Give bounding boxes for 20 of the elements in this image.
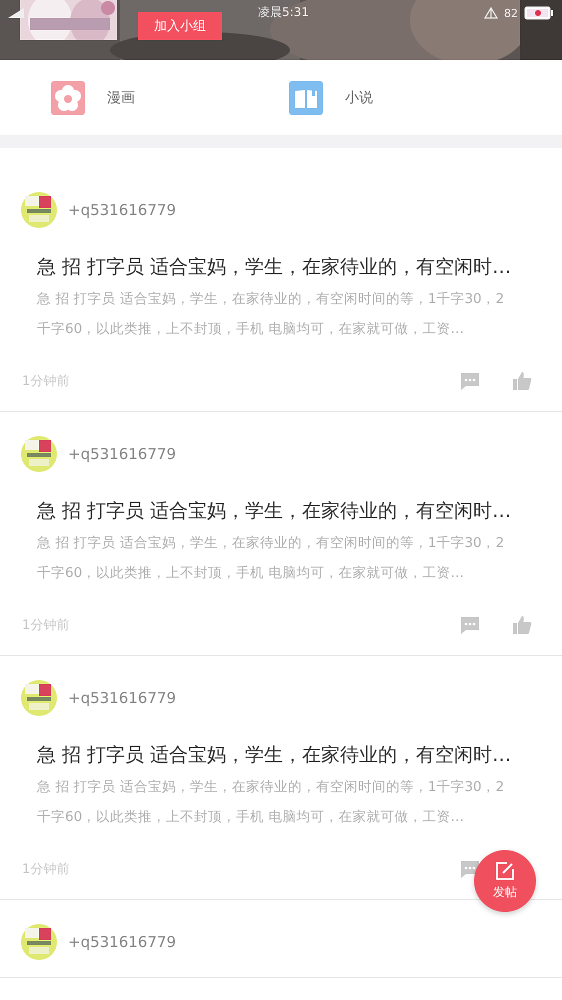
post-title[interactable]: 急 招 打字员 适合宝妈，学生，在家待业的，有空闲时…: [37, 740, 562, 770]
username[interactable]: +q531616779: [68, 933, 176, 951]
new-post-button[interactable]: 发帖: [474, 850, 536, 912]
post-excerpt: 急 招 打字员 适合宝妈，学生，在家待业的，有空闲时间的等，1千字30，2千字60，以此类推，上不封顶，手机 电脑均可，在家就可做，工资…: [37, 290, 506, 339]
thumbs-up-icon[interactable]: [512, 615, 532, 635]
username[interactable]: +q531616779: [68, 201, 176, 219]
username[interactable]: +q531616779: [68, 689, 176, 707]
comment-icon[interactable]: [460, 615, 480, 635]
book-icon[interactable]: [289, 80, 323, 114]
comment-icon[interactable]: [460, 371, 480, 391]
username[interactable]: +q531616779: [68, 445, 176, 463]
post-excerpt: 急 招 打字员 适合宝妈，学生，在家待业的，有空闲时间的等，1千字30，2千字60，以此类推，上不封顶，手机 电脑均可，在家就可做，工资…: [37, 778, 506, 827]
flower-icon[interactable]: [51, 80, 85, 114]
thumbs-up-icon[interactable]: [512, 371, 532, 391]
edit-icon: [495, 861, 515, 881]
category-label[interactable]: 漫画: [107, 88, 135, 106]
post-excerpt: 急 招 打字员 适合宝妈，学生，在家待业的，有空闲时间的等，1千字30，2千字60，以此类推，上不封顶，手机 电脑均可，在家就可做，工资…: [37, 534, 506, 583]
post-title[interactable]: 急 招 打字员 适合宝妈，学生，在家待业的，有空闲时…: [37, 496, 562, 526]
category-label[interactable]: 小说: [345, 88, 373, 106]
post-title[interactable]: 急 招 打字员 适合宝妈，学生，在家待业的，有空闲时…: [37, 252, 562, 282]
